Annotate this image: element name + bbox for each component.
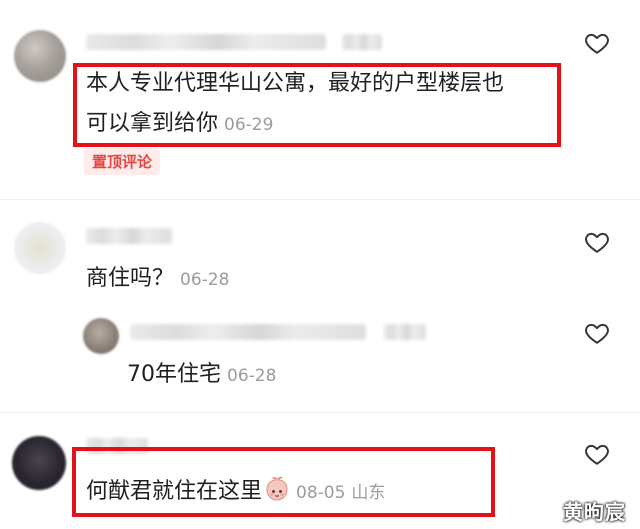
avatar[interactable] (14, 222, 66, 274)
username-badge-blurred (342, 34, 382, 50)
heart-outline-icon[interactable] (583, 320, 611, 346)
username-blurred[interactable] (86, 34, 326, 50)
comment-date: 06-28 (227, 366, 277, 386)
comment-date: 06-28 (180, 270, 230, 290)
heart-outline-icon[interactable] (583, 30, 611, 56)
heart-outline-icon[interactable] (583, 229, 611, 255)
comment-text: 70年住宅 06-28 (127, 360, 276, 391)
avatar[interactable] (14, 30, 66, 82)
divider (0, 412, 640, 413)
username-blurred[interactable] (130, 324, 366, 340)
avatar[interactable] (12, 436, 66, 490)
highlight-box (72, 447, 495, 517)
comment-text-body: 70年住宅 (127, 362, 221, 387)
username-badge-blurred (384, 324, 426, 340)
heart-outline-icon[interactable] (583, 441, 611, 467)
pinned-comment-tag: 置顶评论 (84, 148, 161, 175)
watermark: 黄昫宸 (563, 500, 626, 524)
divider (0, 199, 640, 200)
comment-text-body: 商住吗？ (86, 266, 175, 291)
username-blurred[interactable] (86, 228, 172, 244)
avatar[interactable] (83, 318, 119, 354)
comment-text: 商住吗？ 06-28 (86, 264, 229, 295)
highlight-box (73, 63, 561, 147)
